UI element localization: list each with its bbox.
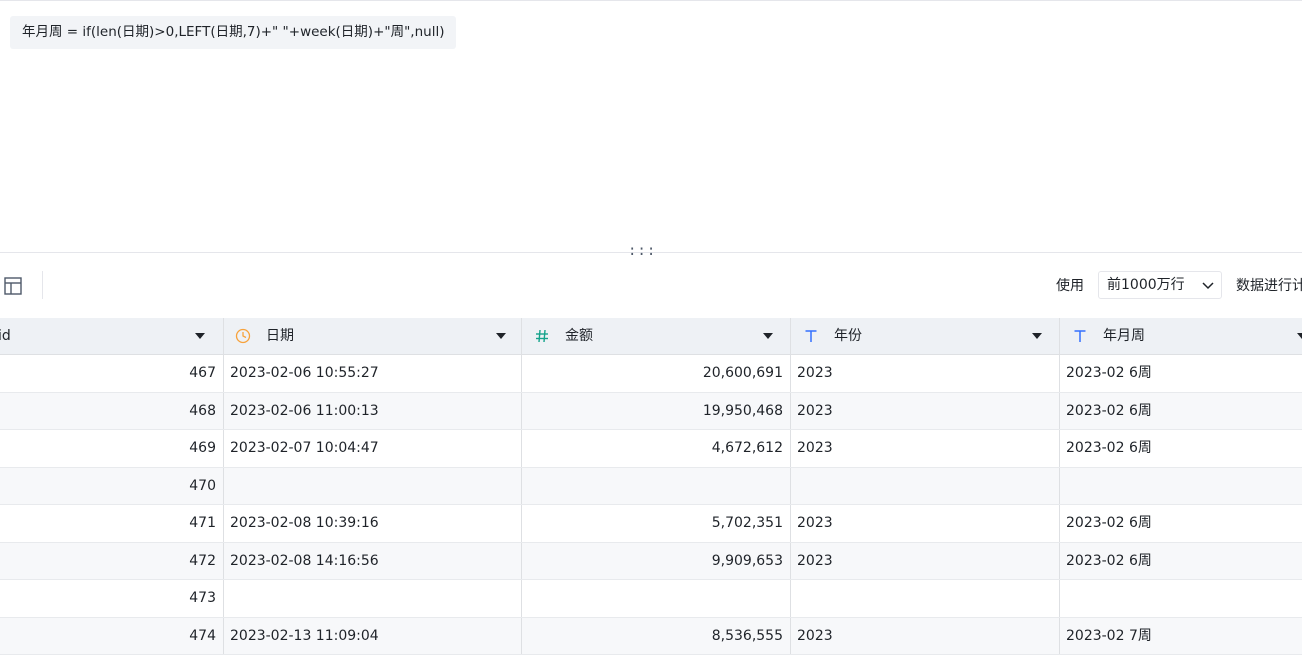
cell-year-month-week[interactable]: 2023-02 6周 — [1060, 355, 1302, 392]
splitter-drag-handle[interactable]: ::: — [628, 241, 655, 261]
cell-id[interactable]: 473 — [0, 580, 224, 617]
table-row[interactable]: 472 2023-02-08 14:16:56 9,909,653 2023 2… — [0, 542, 1302, 580]
column-header-label: 年月周 — [1103, 328, 1145, 344]
cell-year[interactable]: 2023 — [791, 542, 1060, 579]
table-row[interactable]: 470 — [0, 467, 1302, 505]
cell-year[interactable]: 2023 — [791, 392, 1060, 429]
cell-year-month-week[interactable]: 2023-02 6周 — [1060, 543, 1302, 580]
cell-date[interactable] — [224, 467, 522, 504]
formula-expression[interactable]: 年月周 = if(len(日期)>0,LEFT(日期,7)+" "+week(日… — [10, 16, 457, 49]
top-divider — [0, 0, 1302, 1]
cell-year[interactable]: 2023 — [791, 355, 1060, 392]
table-row[interactable]: 473 — [0, 580, 1302, 618]
cell-id[interactable]: 474 — [0, 617, 224, 654]
text-type-icon — [1074, 330, 1086, 342]
cell-year[interactable]: 2023 — [791, 505, 1060, 542]
cell-amount[interactable]: 8,536,555 — [522, 617, 791, 654]
clock-icon — [235, 328, 251, 344]
formula-editor-area[interactable] — [0, 49, 1302, 251]
cell-year[interactable]: 2023 — [791, 617, 1060, 654]
cell-amount[interactable]: 5,702,351 — [522, 505, 791, 542]
row-limit-select[interactable]: 前1000万行 — [1098, 271, 1222, 299]
cell-amount[interactable]: 9,909,653 — [522, 542, 791, 579]
cell-id[interactable]: 470 — [0, 467, 224, 504]
formula-editor-page: 年月周 = if(len(日期)>0,LEFT(日期,7)+" "+week(日… — [0, 0, 1302, 661]
column-header-date[interactable]: 日期 — [224, 318, 522, 354]
cell-id[interactable]: 468 — [0, 392, 224, 429]
toolbar-divider — [42, 271, 43, 299]
table-header-row: id 日期 金额 — [0, 318, 1302, 355]
row-limit-suffix: 数据进行计 — [1236, 278, 1302, 294]
preview-data-grid: id 日期 金额 — [0, 318, 1302, 655]
cell-amount[interactable]: 4,672,612 — [522, 430, 791, 467]
cell-amount[interactable]: 20,600,691 — [522, 355, 791, 392]
column-menu-caret-icon[interactable] — [1297, 333, 1302, 339]
column-menu-caret-icon[interactable] — [1032, 333, 1042, 339]
column-header-year[interactable]: 年份 — [791, 318, 1060, 354]
hash-icon — [536, 329, 548, 343]
column-header-label: 年份 — [834, 328, 862, 344]
cell-year-month-week[interactable]: 2023-02 6周 — [1060, 430, 1302, 467]
layout-panel-icon — [4, 277, 22, 295]
cell-date[interactable] — [224, 580, 522, 617]
cell-year-month-week[interactable]: 2023-02 7周 — [1060, 618, 1302, 655]
preview-toolbar: 使用 前1000万行 数据进行计 — [0, 268, 1302, 304]
text-type-icon — [805, 330, 817, 342]
cell-amount[interactable] — [522, 580, 791, 617]
cell-year-month-week[interactable]: 2023-02 6周 — [1060, 505, 1302, 542]
use-label: 使用 — [1056, 278, 1084, 294]
cell-date[interactable]: 2023-02-07 10:04:47 — [224, 430, 522, 467]
cell-id[interactable]: 469 — [0, 430, 224, 467]
column-header-label: 金额 — [565, 328, 593, 344]
column-header-amount[interactable]: 金额 — [522, 318, 791, 354]
chevron-down-icon — [1202, 282, 1214, 290]
column-menu-caret-icon[interactable] — [496, 333, 506, 339]
cell-year-month-week[interactable]: 2023-02 6周 — [1060, 393, 1302, 430]
cell-date[interactable]: 2023-02-08 10:39:16 — [224, 505, 522, 542]
column-header-id[interactable]: id — [0, 318, 224, 354]
table-row[interactable]: 474 2023-02-13 11:09:04 8,536,555 2023 2… — [0, 617, 1302, 655]
table-row[interactable]: 469 2023-02-07 10:04:47 4,672,612 2023 2… — [0, 430, 1302, 468]
layout-toggle-button[interactable] — [2, 275, 24, 297]
cell-year[interactable] — [791, 580, 1060, 617]
cell-id[interactable]: 471 — [0, 505, 224, 542]
column-header-label: 日期 — [266, 328, 294, 344]
cell-id[interactable]: 467 — [0, 355, 224, 392]
cell-date[interactable]: 2023-02-08 14:16:56 — [224, 542, 522, 579]
table-row[interactable]: 468 2023-02-06 11:00:13 19,950,468 2023 … — [0, 392, 1302, 430]
cell-date[interactable]: 2023-02-06 10:55:27 — [224, 355, 522, 392]
cell-year-month-week[interactable] — [1060, 580, 1302, 617]
cell-year[interactable]: 2023 — [791, 430, 1060, 467]
cell-amount[interactable]: 19,950,468 — [522, 392, 791, 429]
cell-id[interactable]: 472 — [0, 542, 224, 579]
column-menu-caret-icon[interactable] — [195, 333, 205, 339]
column-header-label: id — [0, 328, 11, 344]
cell-amount[interactable] — [522, 467, 791, 504]
table-row[interactable]: 467 2023-02-06 10:55:27 20,600,691 2023 … — [0, 355, 1302, 393]
cell-year-month-week[interactable] — [1060, 468, 1302, 505]
cell-date[interactable]: 2023-02-06 11:00:13 — [224, 392, 522, 429]
table-row[interactable]: 471 2023-02-08 10:39:16 5,702,351 2023 2… — [0, 505, 1302, 543]
cell-date[interactable]: 2023-02-13 11:09:04 — [224, 617, 522, 654]
cell-year[interactable] — [791, 467, 1060, 504]
row-limit-value: 前1000万行 — [1107, 277, 1185, 293]
column-header-year-month-week[interactable]: 年月周 — [1060, 318, 1302, 354]
column-menu-caret-icon[interactable] — [763, 333, 773, 339]
